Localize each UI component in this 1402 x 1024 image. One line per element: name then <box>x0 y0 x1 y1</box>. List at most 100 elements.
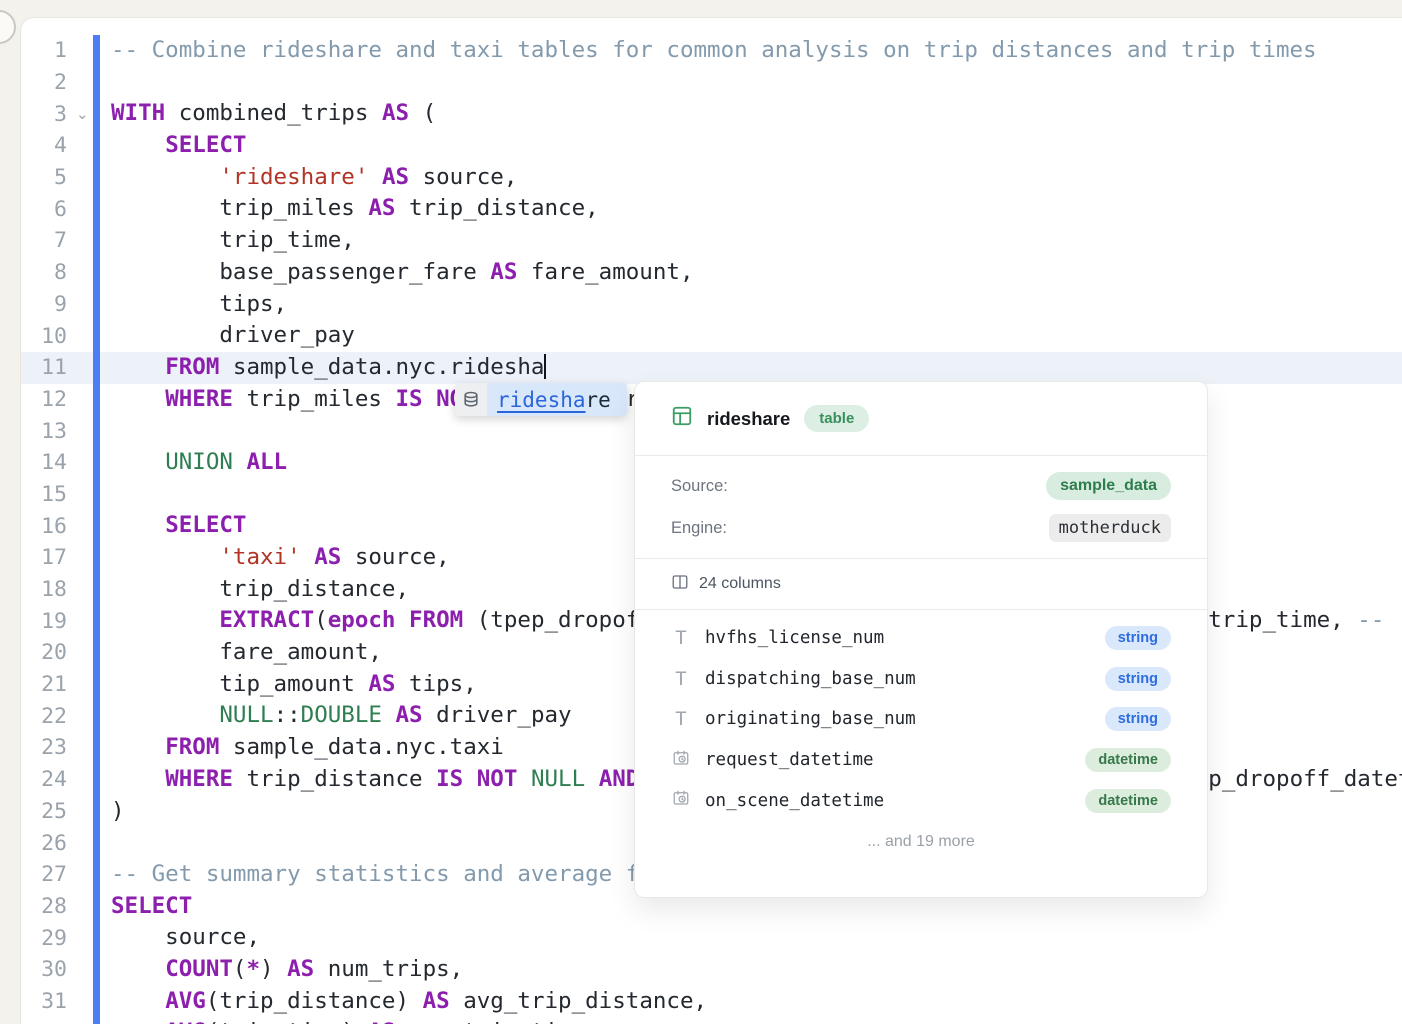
code-text: source, <box>111 922 260 954</box>
line-number: 12 <box>21 387 67 412</box>
info-value-badge: motherduck <box>1049 514 1171 542</box>
editor-viewport: 1-- Combine rideshare and taxi tables fo… <box>0 0 1402 1024</box>
code-line[interactable]: 8 base_passenger_fare AS fare_amount, <box>21 257 1402 289</box>
table-info-header: rideshare table <box>635 382 1207 456</box>
column-row: Tdispatching_base_numstring <box>671 659 1171 700</box>
columns-summary: 24 columns <box>635 559 1207 610</box>
line-number: 30 <box>21 957 67 982</box>
column-type-badge: string <box>1105 626 1171 650</box>
partial-button[interactable] <box>0 10 16 44</box>
column-name: on_scene_datetime <box>705 791 1071 811</box>
columns-list: Thvfhs_license_numstringTdispatching_bas… <box>635 609 1207 821</box>
code-text: fare_amount, <box>111 637 382 669</box>
line-number: 8 <box>21 260 67 285</box>
code-text: WITH combined_trips AS ( <box>111 98 436 130</box>
line-number: 18 <box>21 577 67 602</box>
column-row: on_scene_datetime datetime <box>671 780 1171 821</box>
column-name: request_datetime <box>705 750 1071 770</box>
code-text: driver_pay <box>111 320 355 352</box>
database-icon <box>455 383 487 416</box>
code-text: tip_amount AS tips, <box>111 669 477 701</box>
info-value-badge: sample_data <box>1046 472 1171 500</box>
line-number: 10 <box>21 324 67 349</box>
code-line[interactable]: 7 trip_time, <box>21 225 1402 257</box>
line-number: 25 <box>21 799 67 824</box>
line-number: 7 <box>21 228 67 253</box>
column-name: dispatching_base_num <box>705 669 1091 689</box>
code-line[interactable]: 9 tips, <box>21 289 1402 321</box>
code-text: FROM sample_data.nyc.taxi <box>111 732 504 764</box>
code-text: UNION ALL <box>111 447 287 479</box>
line-number: 28 <box>21 894 67 919</box>
code-text: SELECT <box>111 510 246 542</box>
code-text: 'rideshare' AS source, <box>111 162 517 194</box>
line-number: 9 <box>21 292 67 317</box>
code-line[interactable]: 11 FROM sample_data.nyc.ridesha <box>21 352 1402 384</box>
column-row: Thvfhs_license_numstring <box>671 618 1171 659</box>
more-columns-text: ... and 19 more <box>635 833 1207 851</box>
code-line[interactable]: 3⌄WITH combined_trips AS ( <box>21 98 1402 130</box>
code-line[interactable]: 6 trip_miles AS trip_distance, <box>21 193 1402 225</box>
line-number: 16 <box>21 514 67 539</box>
code-line[interactable]: 5 'rideshare' AS source, <box>21 162 1402 194</box>
code-text: FROM sample_data.nyc.ridesha <box>111 352 546 384</box>
line-number: 32 <box>21 1021 67 1024</box>
line-number: 27 <box>21 862 67 887</box>
column-name: originating_base_num <box>705 709 1091 729</box>
line-number: 1 <box>21 38 67 63</box>
code-line[interactable]: 1-- Combine rideshare and taxi tables fo… <box>21 35 1402 67</box>
code-text: trip_distance, <box>111 574 409 606</box>
code-text: trip_miles AS trip_distance, <box>111 193 599 225</box>
column-type-badge: datetime <box>1085 789 1171 813</box>
column-type-badge: string <box>1105 707 1171 731</box>
code-line[interactable]: 30 COUNT(*) AS num_trips, <box>21 954 1402 986</box>
column-name: hvfhs_license_num <box>705 628 1091 648</box>
line-number: 5 <box>21 165 67 190</box>
autocomplete-match-text: ridesha <box>497 388 586 412</box>
line-number: 2 <box>21 70 67 95</box>
line-number: 17 <box>21 545 67 570</box>
line-number: 21 <box>21 672 67 697</box>
info-label: Source: <box>671 477 728 496</box>
line-number: 11 <box>21 355 67 380</box>
text-type-icon: T <box>671 708 691 730</box>
code-text: ) <box>111 796 125 828</box>
autocomplete-rest-text: re <box>586 388 611 412</box>
columns-icon <box>671 573 689 596</box>
table-info-row: Source: sample_data <box>671 465 1171 507</box>
code-text: SELECT <box>111 130 246 162</box>
line-number: 13 <box>21 419 67 444</box>
fold-chevron-icon[interactable]: ⌄ <box>67 105 111 123</box>
code-text: base_passenger_fare AS fare_amount, <box>111 257 694 289</box>
code-text: trip_time, <box>111 225 355 257</box>
line-number: 24 <box>21 767 67 792</box>
column-row: Toriginating_base_num string <box>671 699 1171 740</box>
calendar-clock-icon <box>671 789 691 812</box>
line-number: 14 <box>21 450 67 475</box>
line-number: 29 <box>21 926 67 951</box>
table-name: rideshare <box>707 408 790 430</box>
line-number: 26 <box>21 831 67 856</box>
line-number: 23 <box>21 735 67 760</box>
code-text: SELECT <box>111 891 192 923</box>
table-info-row: Engine: motherduck <box>671 507 1171 549</box>
text-type-icon: T <box>671 668 691 690</box>
line-number: 3 <box>21 102 67 127</box>
text-cursor <box>544 354 546 379</box>
code-line[interactable]: 2 <box>21 67 1402 99</box>
columns-count-text: 24 columns <box>699 575 781 593</box>
code-text: NULL::DOUBLE AS driver_pay <box>111 700 572 732</box>
line-number: 22 <box>21 704 67 729</box>
code-line[interactable]: 29 source, <box>21 922 1402 954</box>
code-line[interactable]: 4 SELECT <box>21 130 1402 162</box>
line-number: 4 <box>21 133 67 158</box>
line-number: 6 <box>21 197 67 222</box>
table-type-badge: table <box>804 405 869 432</box>
code-line[interactable]: 10 driver_pay <box>21 320 1402 352</box>
autocomplete-item-rideshare[interactable]: rideshare <box>487 383 627 416</box>
table-info-rows: Source: sample_data Engine: motherduck <box>635 456 1207 559</box>
code-line[interactable]: 32 AVG(trip_time) AS avg_trip_time, <box>21 1017 1402 1024</box>
info-label: Engine: <box>671 519 727 538</box>
column-row: request_datetimedatetime <box>671 740 1171 781</box>
code-line[interactable]: 31 AVG(trip_distance) AS avg_trip_distan… <box>21 986 1402 1018</box>
